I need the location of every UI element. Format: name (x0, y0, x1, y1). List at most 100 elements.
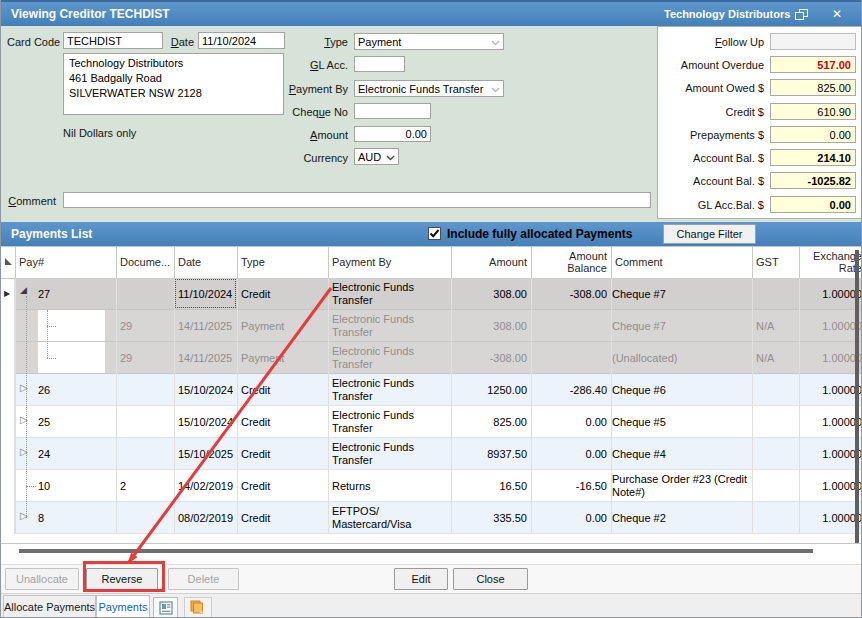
cell-amount: -308.00 (455, 342, 527, 374)
column-header-payment_by[interactable]: Payment By (332, 246, 447, 278)
cell-date: 15/10/2024 (178, 406, 233, 438)
report-view-icon[interactable] (153, 597, 178, 618)
tree-expander-icon[interactable]: ▷ (20, 446, 28, 457)
panel-field-value[interactable]: -1025.82 (770, 172, 856, 189)
panel-field-value[interactable]: 610.90 (770, 103, 856, 120)
payments-list-title: Payments List (11, 222, 92, 246)
vertical-scrollbar[interactable] (855, 250, 859, 543)
reverse-highlight-rectangle (83, 561, 165, 592)
tree-expander-icon[interactable]: ▷ (20, 382, 28, 393)
cell-balance: 0.00 (535, 438, 607, 470)
cell-date: 14/02/2019 (178, 470, 233, 502)
payment-row[interactable]: 2711/10/2024CreditElectronic Funds Trans… (15, 278, 862, 310)
tree-expander-icon[interactable]: ▷ (20, 510, 28, 521)
cell-rate: 1.00000 (803, 342, 862, 374)
cell-gst (756, 470, 795, 502)
cell-doc: 2 (120, 470, 170, 502)
column-header-rate[interactable]: Exchange Rate (803, 246, 862, 278)
comment-input[interactable] (63, 192, 651, 208)
expand-all-icon[interactable] (5, 258, 12, 265)
payment-row[interactable]: 2615/10/2024CreditElectronic Funds Trans… (15, 374, 862, 406)
cell-gst: N/A (756, 342, 795, 374)
cell-amount: 1250.00 (455, 374, 527, 406)
cell-gst (756, 406, 795, 438)
column-header-amount[interactable]: Amount (455, 246, 527, 278)
cell-payment_by: Electronic Funds Transfer (332, 406, 447, 438)
gl-acc-input[interactable] (354, 56, 405, 72)
cell-type: Credit (241, 470, 324, 502)
cell-rate: 1.00000 (803, 278, 862, 310)
cell-amount: 16.50 (455, 470, 527, 502)
column-header-date[interactable]: Date (178, 246, 233, 278)
payment-by-combo[interactable]: Electronic Funds Transfer (354, 80, 504, 97)
cell-balance: -16.50 (535, 470, 607, 502)
cell-amount: 308.00 (455, 278, 527, 310)
payment-row[interactable]: 10214/02/2019CreditReturns16.50-16.50Pur… (15, 470, 862, 502)
tab-payments[interactable]: Payments (96, 595, 150, 618)
card-code-input[interactable]: TECHDIST (63, 32, 163, 49)
panel-field-label: Amount Owed $ (658, 82, 764, 94)
close-button[interactable]: Close (453, 568, 528, 590)
panel-field-value[interactable]: 0.00 (770, 196, 856, 213)
cell-comment: Purchase Order #23 (Credit Note#) (612, 470, 753, 502)
date-label: Date (149, 36, 194, 48)
cell-rate: 1.00000 (803, 374, 862, 406)
change-filter-button[interactable]: Change Filter (663, 224, 756, 244)
column-header-gst[interactable]: GST (756, 246, 795, 278)
amount-input[interactable]: 0.00 (354, 126, 431, 142)
cell-pay: 24 (38, 438, 112, 470)
tree-expander-icon[interactable]: ▷ (20, 414, 28, 425)
cell-amount: 308.00 (455, 310, 527, 342)
nil-dollars-text: Nil Dollars only (63, 127, 263, 139)
cell-doc (120, 502, 170, 534)
title-bar: Viewing Creditor TECHDIST Technology Dis… (1, 0, 862, 26)
column-header-balance[interactable]: Amount Balance (535, 246, 607, 278)
panel-field-value[interactable]: 0.00 (770, 126, 856, 143)
payment-row[interactable]: 25 15/10/2024CreditElectronic Funds Trans… (15, 406, 862, 438)
payment-row[interactable]: 808/02/2019CreditEFTPOS/​Mastercard/Visa… (15, 502, 862, 534)
cell-type: Credit (241, 278, 324, 310)
cell-pay: 26 (38, 374, 112, 406)
cell-rate: 1.00000 (803, 438, 862, 470)
cell-rate: 1.00000 (803, 310, 862, 342)
copy-documents-icon[interactable] (184, 597, 212, 618)
cell-balance: -286.40 (535, 374, 607, 406)
gl-acc-label: GL Acc. (271, 59, 348, 71)
panel-field-value[interactable]: 214.10 (770, 149, 856, 166)
column-header-comment[interactable]: Comment (615, 246, 750, 278)
cell-balance (535, 310, 607, 342)
cell-type: Credit (241, 502, 324, 534)
cell-comment: Cheque #4 (612, 438, 753, 470)
tab-allocate-payments[interactable]: Allocate Payments (3, 595, 96, 618)
panel-field-label: Prepayments $ (658, 129, 764, 141)
cell-type: Credit (241, 406, 324, 438)
cell-type: Credit (241, 374, 324, 406)
edit-button[interactable]: Edit (394, 568, 448, 590)
panel-field-value[interactable]: 517.00 (770, 56, 856, 73)
payment-row[interactable]: 2914/11/2025PaymentElectronic Funds Tran… (15, 342, 862, 374)
cell-comment: Cheque #6 (612, 374, 753, 406)
include-allocated-checkbox[interactable] (428, 227, 441, 240)
cell-pay: 25 (38, 406, 112, 438)
currency-combo[interactable]: AUD (354, 148, 399, 165)
type-combo[interactable]: Payment (354, 33, 504, 50)
cheque-no-input[interactable] (354, 103, 431, 119)
row-indicator-column (1, 279, 15, 534)
restore-icon[interactable] (795, 9, 811, 21)
panel-field-value[interactable] (770, 33, 856, 50)
close-icon[interactable]: ✕ (832, 7, 842, 21)
column-header-pay[interactable]: Pay# (19, 246, 112, 278)
payment-row[interactable]: 2914/11/2025PaymentElectronic Funds Tran… (15, 310, 862, 342)
cell-rate: 1.00000 (803, 406, 862, 438)
payments-list-bar: Payments List Include fully allocated Pa… (1, 222, 862, 246)
cell-comment: Cheque #7 (612, 278, 753, 310)
payment-row[interactable]: 2415/10/2025CreditElectronic Funds Trans… (15, 438, 862, 470)
horizontal-scrollbar[interactable] (19, 549, 813, 553)
cell-payment_by: Returns (332, 470, 447, 502)
tree-expander-icon[interactable]: ◢ (20, 285, 27, 295)
column-header-doc[interactable]: Docume... (120, 246, 170, 278)
panel-field-value[interactable]: 825.00 (770, 79, 856, 96)
cell-type: Payment (241, 342, 324, 374)
amount-label: Amount (271, 129, 348, 141)
column-header-type[interactable]: Type (241, 246, 324, 278)
